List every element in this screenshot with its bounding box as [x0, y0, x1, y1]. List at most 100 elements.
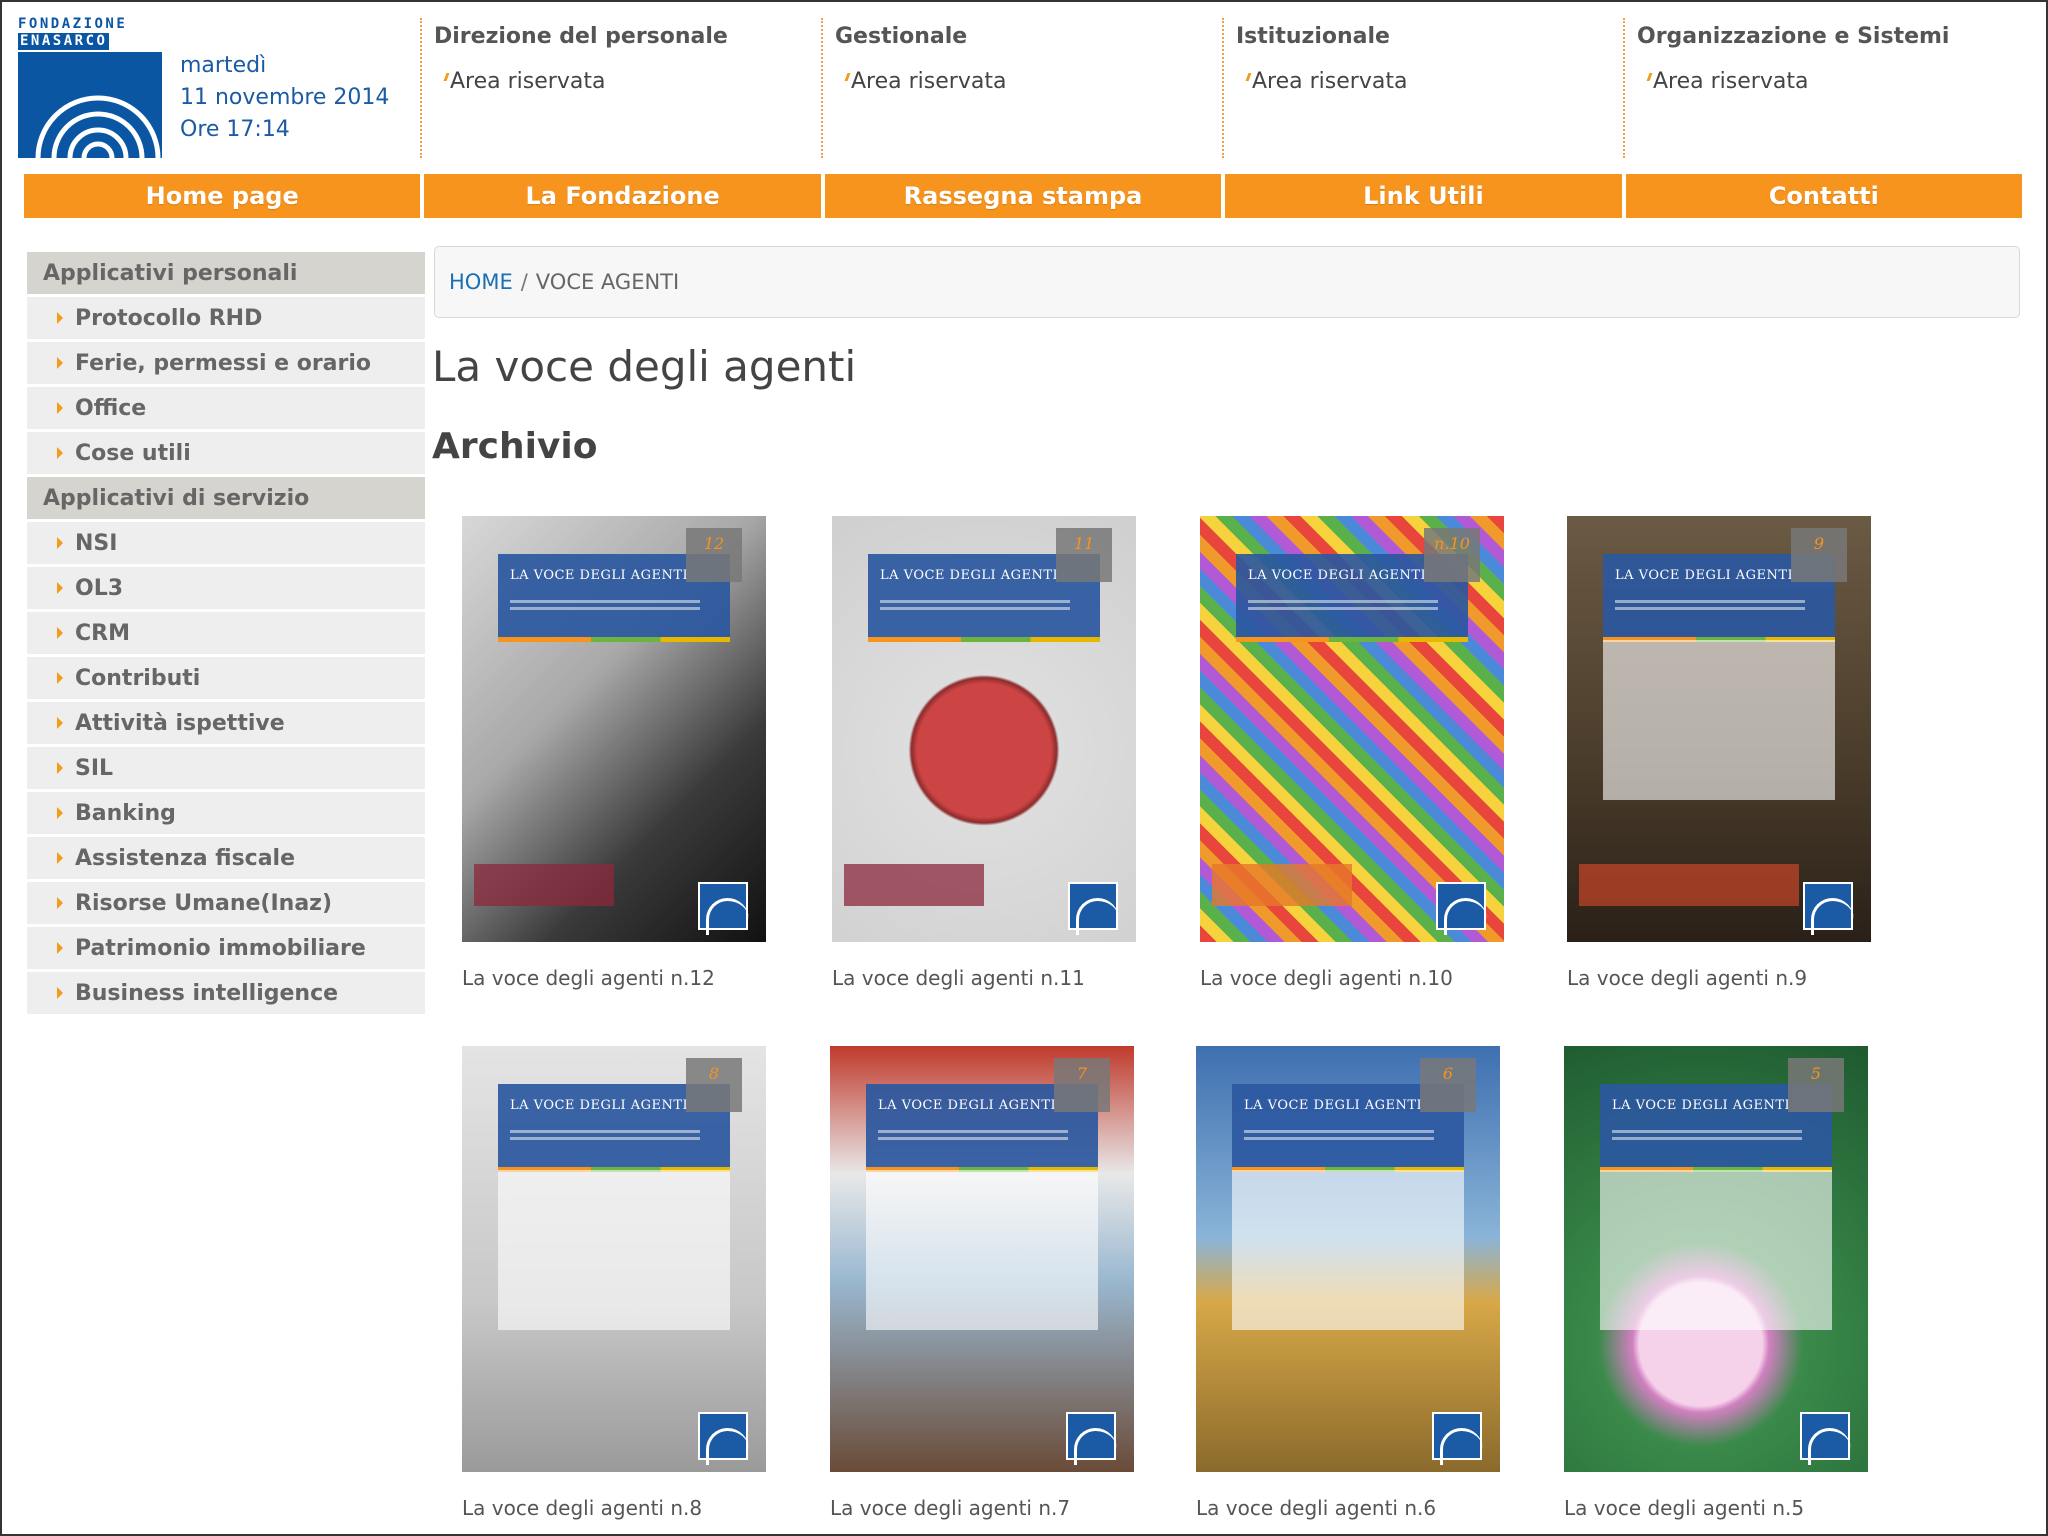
- issue-caption[interactable]: La voce degli agenti n.11: [832, 966, 1136, 990]
- issue-cover-image[interactable]: LA VOCE DEGLI AGENTI 9: [1567, 516, 1871, 942]
- sidebar-item-label: Contributi: [75, 665, 201, 691]
- issue-caption[interactable]: La voce degli agenti n.8: [462, 1496, 766, 1520]
- issue-caption[interactable]: La voce degli agenti n.9: [1567, 966, 1871, 990]
- area-riservata-link[interactable]: Area riservata: [1252, 69, 1622, 94]
- area-riservata-link[interactable]: Area riservata: [450, 69, 820, 94]
- sidebar-item-ol3[interactable]: OL3: [27, 567, 425, 609]
- issue-cover-image[interactable]: LA VOCE DEGLI AGENTI 7: [830, 1046, 1134, 1472]
- issue-number: 6: [1420, 1058, 1476, 1112]
- breadcrumb-home-link[interactable]: HOME: [449, 270, 513, 294]
- chevron-right-icon: [57, 717, 63, 729]
- issue-card[interactable]: LA VOCE DEGLI AGENTI 9 La voce degli age…: [1567, 516, 1871, 990]
- chevron-right-icon: [57, 987, 63, 999]
- cover-masthead-text: LA VOCE DEGLI AGENTI: [510, 568, 689, 583]
- issue-cover-image[interactable]: LA VOCE DEGLI AGENTI 8: [462, 1046, 766, 1472]
- chevron-right-icon: [57, 942, 63, 954]
- logo-text: FONDAZIONE ENASARCO: [18, 16, 162, 50]
- sidebar-section-servizio: Applicativi di servizio: [27, 477, 425, 519]
- issue-number: n.10: [1424, 528, 1480, 582]
- enasarco-mini-logo-icon: [1066, 1412, 1117, 1465]
- chevron-right-icon: [57, 582, 63, 594]
- sidebar-item-ferie[interactable]: Ferie, permessi e orario: [27, 342, 425, 384]
- nav-fondazione[interactable]: La Fondazione: [424, 174, 821, 218]
- chevron-right-icon: [57, 402, 63, 414]
- sidebar-item-contributi[interactable]: Contributi: [27, 657, 425, 699]
- issue-card[interactable]: LA VOCE DEGLI AGENTI 6 La voce degli age…: [1196, 1046, 1500, 1520]
- cover-note: [474, 864, 614, 906]
- top-col-gestionale: Gestionale Area riservata: [821, 18, 1221, 158]
- sidebar-item-assistenza-fiscale[interactable]: Assistenza fiscale: [27, 837, 425, 879]
- sidebar-item-label: Assistenza fiscale: [75, 845, 296, 871]
- issue-card[interactable]: LA VOCE DEGLI AGENTI 11 La voce degli ag…: [832, 516, 1136, 990]
- top-col-direzione: Direzione del personale Area riservata: [420, 18, 820, 158]
- issue-cover-image[interactable]: LA VOCE DEGLI AGENTI 6: [1196, 1046, 1500, 1472]
- issue-number: 12: [686, 528, 742, 582]
- sidebar-item-patrimonio[interactable]: Patrimonio immobiliare: [27, 927, 425, 969]
- sidebar-item-label: Risorse Umane(Inaz): [75, 890, 333, 916]
- issue-card[interactable]: LA VOCE DEGLI AGENTI 7 La voce degli age…: [830, 1046, 1134, 1520]
- cover-toc: [1600, 1170, 1832, 1330]
- cover-lines: [878, 1130, 1068, 1133]
- enasarco-mini-logo-icon: [1436, 882, 1487, 935]
- enasarco-mini-logo-icon: [698, 882, 749, 935]
- top-col-istituzionale: Istituzionale Area riservata: [1222, 18, 1622, 158]
- sidebar-item-business-intelligence[interactable]: Business intelligence: [27, 972, 425, 1014]
- sidebar-item-banking[interactable]: Banking: [27, 792, 425, 834]
- cover-lines: [1244, 1130, 1434, 1133]
- cover-stripe: [498, 637, 730, 642]
- issue-cover-image[interactable]: LA VOCE DEGLI AGENTI 11: [832, 516, 1136, 942]
- page-title: La voce degli agenti: [432, 342, 857, 391]
- issue-card[interactable]: LA VOCE DEGLI AGENTI 12 La voce degli ag…: [462, 516, 766, 990]
- sidebar-item-label: Attività ispettive: [75, 710, 285, 736]
- cover-lines: [880, 600, 1070, 603]
- sidebar-item-nsi[interactable]: NSI: [27, 522, 425, 564]
- cover-lines: [1615, 600, 1805, 603]
- logo-line-2: ENASARCO: [18, 33, 110, 50]
- sidebar-item-cose-utili[interactable]: Cose utili: [27, 432, 425, 474]
- sidebar-item-protocollo-rhd[interactable]: Protocollo RHD: [27, 297, 425, 339]
- cover-lines: [510, 600, 700, 603]
- nav-link-utili[interactable]: Link Utili: [1225, 174, 1622, 218]
- sidebar: Applicativi personali Protocollo RHD Fer…: [27, 252, 425, 1017]
- issue-number: 5: [1788, 1058, 1844, 1112]
- cover-masthead-text: LA VOCE DEGLI AGENTI: [510, 1098, 689, 1113]
- top-col-title: Direzione del personale: [434, 24, 728, 49]
- sidebar-section-personali: Applicativi personali: [27, 252, 425, 294]
- sidebar-item-crm[interactable]: CRM: [27, 612, 425, 654]
- enasarco-mini-logo-icon: [1800, 1412, 1851, 1465]
- area-riservata-link[interactable]: Area riservata: [1653, 69, 2023, 94]
- cover-toc: [498, 1170, 730, 1330]
- issue-caption[interactable]: La voce degli agenti n.12: [462, 966, 766, 990]
- time: Ore 17:14: [180, 117, 290, 142]
- cover-masthead-text: LA VOCE DEGLI AGENTI: [1244, 1098, 1423, 1113]
- enasarco-mini-logo-icon: [1432, 1412, 1483, 1465]
- enasarco-logo[interactable]: FONDAZIONE ENASARCO: [18, 16, 162, 158]
- enasarco-mini-logo-icon: [1803, 882, 1854, 935]
- issue-card[interactable]: LA VOCE DEGLI AGENTI 8 La voce degli age…: [462, 1046, 766, 1520]
- section-title-archivio: Archivio: [432, 426, 598, 467]
- issue-cover-image[interactable]: LA VOCE DEGLI AGENTI n.10: [1200, 516, 1504, 942]
- nav-home[interactable]: Home page: [24, 174, 421, 218]
- issue-caption[interactable]: La voce degli agenti n.5: [1564, 1496, 1868, 1520]
- logo-arcs-icon: [18, 52, 162, 158]
- area-riservata-link[interactable]: Area riservata: [851, 69, 1221, 94]
- issue-cover-image[interactable]: LA VOCE DEGLI AGENTI 12: [462, 516, 766, 942]
- sidebar-item-sil[interactable]: SIL: [27, 747, 425, 789]
- issue-number: 8: [686, 1058, 742, 1112]
- issue-card[interactable]: LA VOCE DEGLI AGENTI 5 La voce degli age…: [1564, 1046, 1868, 1520]
- issue-caption[interactable]: La voce degli agenti n.7: [830, 1496, 1134, 1520]
- main-nav: Home page La Fondazione Rassegna stampa …: [24, 174, 2023, 218]
- sidebar-item-risorse-umane[interactable]: Risorse Umane(Inaz): [27, 882, 425, 924]
- chevron-right-icon: [57, 762, 63, 774]
- top-col-title: Istituzionale: [1236, 24, 1390, 49]
- sidebar-item-attivita-ispettive[interactable]: Attività ispettive: [27, 702, 425, 744]
- issue-card[interactable]: LA VOCE DEGLI AGENTI n.10 La voce degli …: [1200, 516, 1504, 990]
- nav-contatti[interactable]: Contatti: [1625, 174, 2023, 218]
- cover-masthead-text: LA VOCE DEGLI AGENTI: [878, 1098, 1057, 1113]
- chevron-right-icon: [57, 537, 63, 549]
- issue-caption[interactable]: La voce degli agenti n.10: [1200, 966, 1504, 990]
- issue-cover-image[interactable]: LA VOCE DEGLI AGENTI 5: [1564, 1046, 1868, 1472]
- issue-caption[interactable]: La voce degli agenti n.6: [1196, 1496, 1500, 1520]
- sidebar-item-office[interactable]: Office: [27, 387, 425, 429]
- nav-rassegna-stampa[interactable]: Rassegna stampa: [824, 174, 1222, 218]
